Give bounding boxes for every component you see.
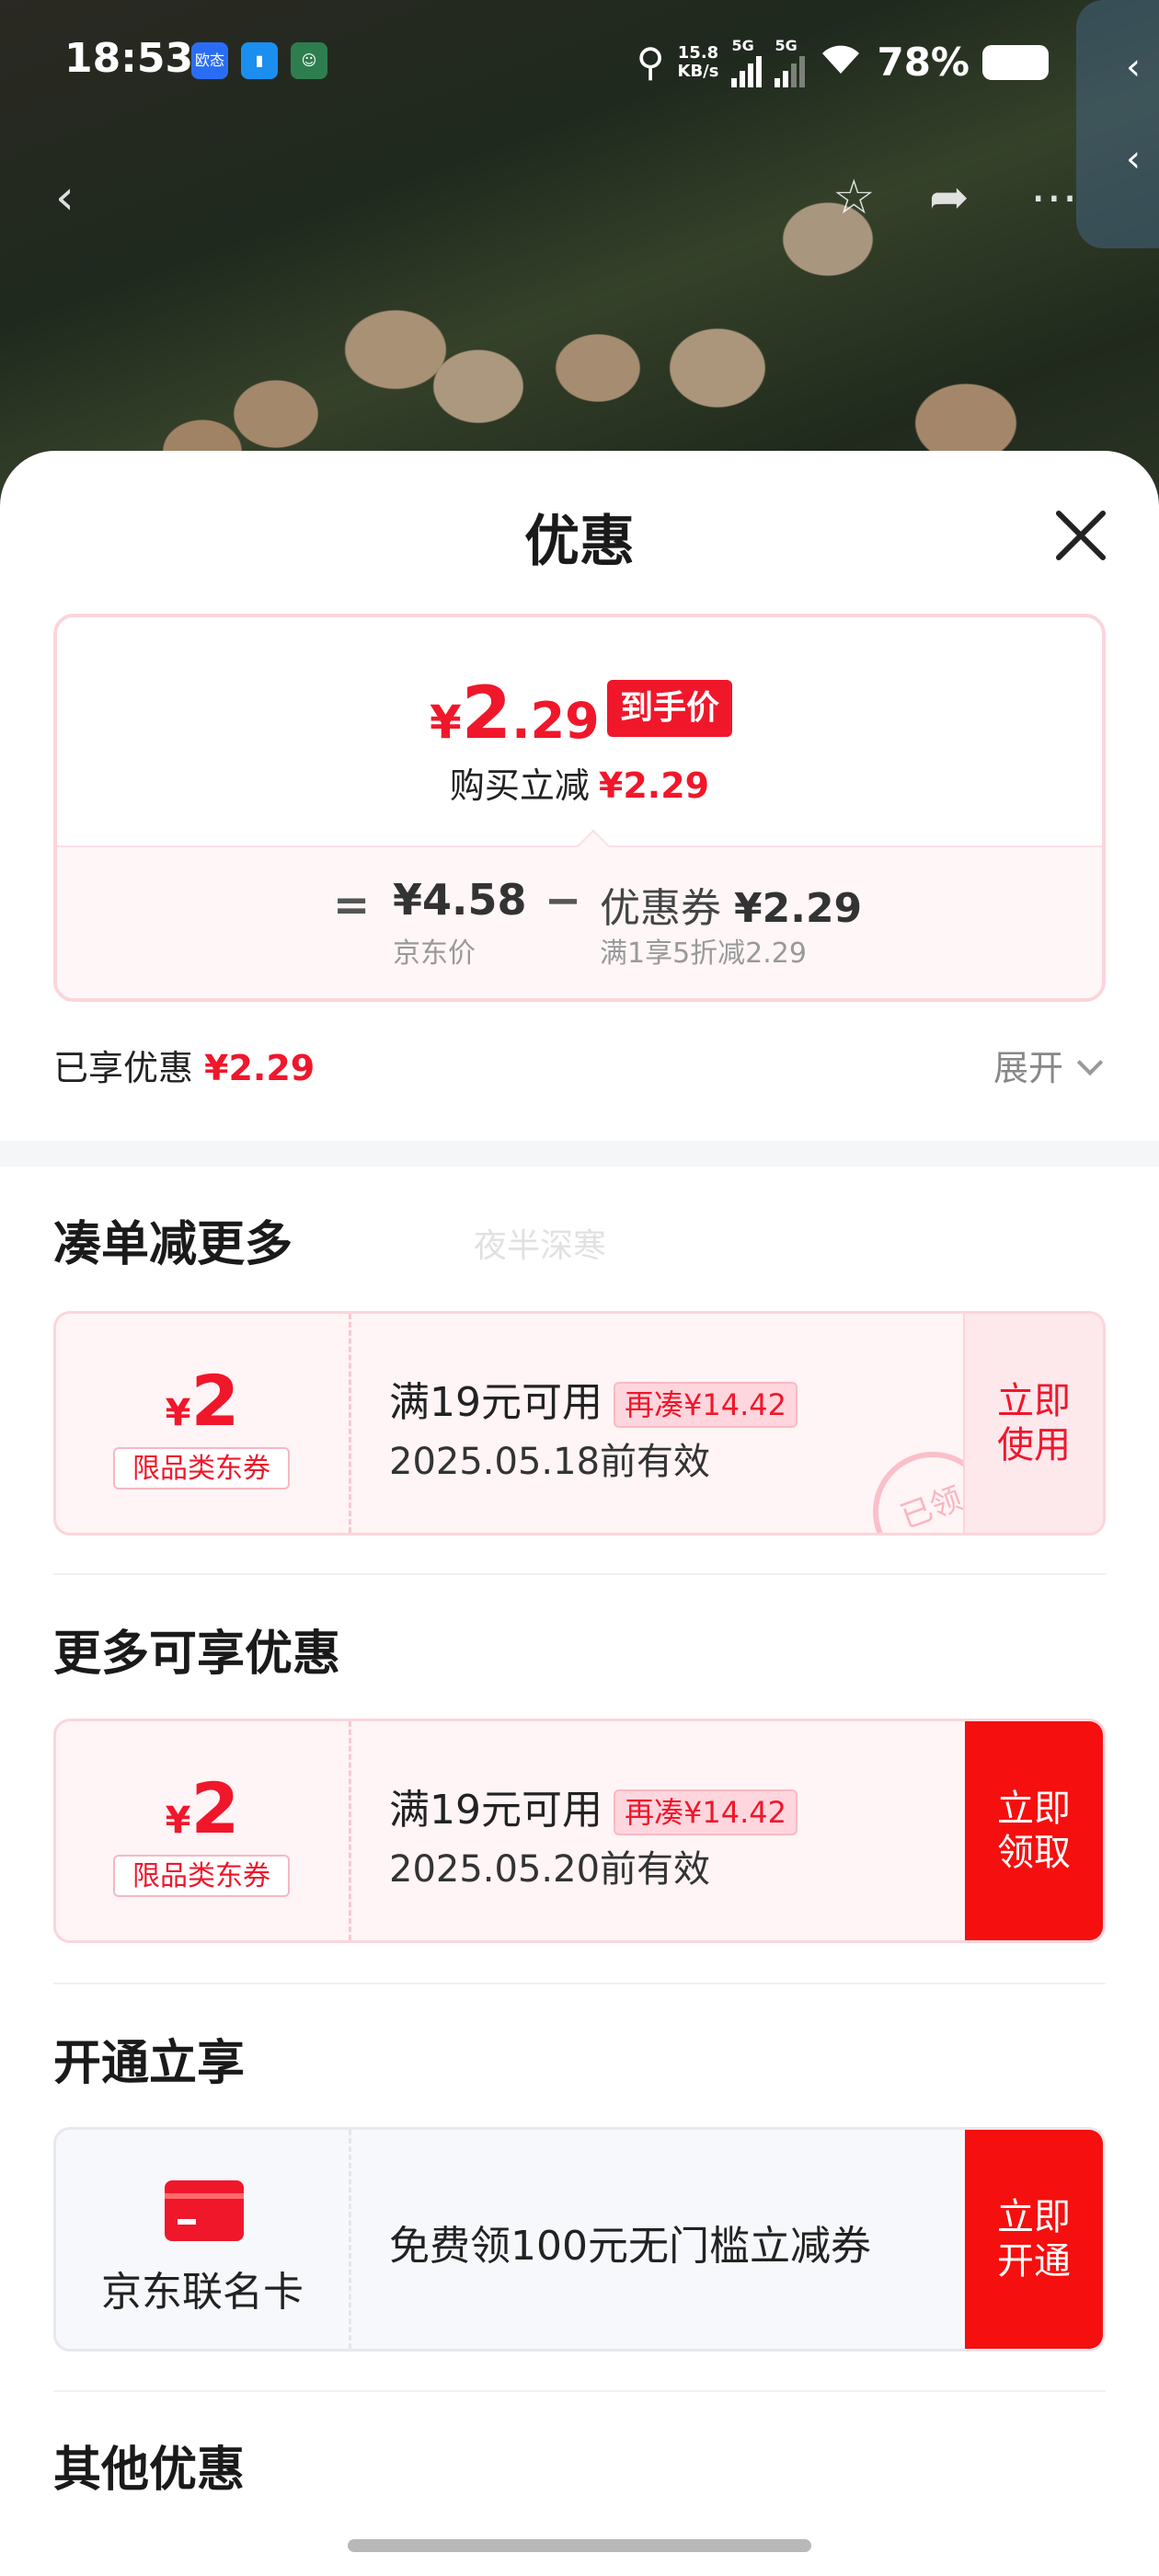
star-icon[interactable]: ☆ <box>832 170 876 225</box>
coupon-type-tag: 限品类东券 <box>113 1855 290 1897</box>
instant-discount-amount: ¥2.29 <box>598 765 710 806</box>
expand-button[interactable]: 展开 <box>993 1040 1063 1090</box>
signal-2-bars-icon <box>775 54 806 87</box>
signal-2-label: 5G <box>775 37 798 54</box>
coupon-card-combine: ¥2 限品类东券 满19元可用 再凑¥14.42 2025.05.18前有效 已领… <box>53 1311 1106 1535</box>
app-notification-icon: 欧态 <box>191 42 228 79</box>
jd-price: ¥4.58 <box>393 875 527 925</box>
net-speed-unit: KB/s <box>677 61 719 81</box>
signal-1-bars-icon <box>731 54 763 87</box>
location-icon: ⚲ <box>636 40 665 85</box>
divider <box>53 1573 1106 1575</box>
open-now-line1: 立即 <box>997 2196 1071 2238</box>
minus-sign: − <box>545 875 582 926</box>
coupon-deduction: 优惠券 ¥2.29 <box>600 875 862 934</box>
coupon-condition-text: 满19元可用 <box>389 1379 602 1426</box>
coupon-expiry: 2025.05.20前有效 <box>389 1848 711 1891</box>
coupon-currency: ¥ <box>165 1800 191 1842</box>
coupon-amount: ¥2 <box>56 1360 349 1442</box>
coupon-currency: ¥ <box>165 1392 191 1434</box>
divider <box>53 2390 1106 2392</box>
final-price-decimal: .29 <box>511 692 600 750</box>
share-icon[interactable]: ➦ <box>929 170 970 225</box>
battery-percent: 78% <box>877 40 970 85</box>
claim-now-button[interactable]: 立即 领取 <box>965 1721 1103 1940</box>
open-now-line2: 开通 <box>997 2240 1071 2283</box>
open-now-button[interactable]: 立即 开通 <box>965 2130 1103 2349</box>
coupon-card-more: ¥2 限品类东券 满19元可用 再凑¥14.42 2025.05.20前有效 立即… <box>53 1719 1106 1943</box>
coupon-separator <box>349 1721 351 1940</box>
phone-app-icon: ▮ <box>241 42 278 79</box>
enjoyed-discount-amount: ¥2.29 <box>204 1048 316 1088</box>
equals-sign: = <box>333 880 371 931</box>
section-title-more: 更多可享优惠 <box>53 1627 341 1682</box>
divider <box>53 1983 1106 1984</box>
close-icon[interactable] <box>1049 501 1113 566</box>
use-now-line1: 立即 <box>997 1380 1071 1422</box>
more-icon[interactable]: ⋯ <box>1030 170 1078 225</box>
section-title-other: 其他优惠 <box>53 2443 246 2498</box>
coupon-type-tag: 限品类东券 <box>113 1447 290 1489</box>
coupon-add-more-tag: 再凑¥14.42 <box>614 1382 798 1428</box>
final-price: ¥2.29 <box>430 673 600 755</box>
section-title-combine: 凑单减更多 <box>53 1217 293 1272</box>
sheet-title: 优惠 <box>524 510 635 574</box>
signal-1-label: 5G <box>731 37 754 54</box>
coupon-amount-value: 2 <box>190 1767 240 1849</box>
card-offer-desc: 免费领100元无门槛立减券 <box>389 2223 871 2270</box>
signal-2: 5G <box>775 37 806 87</box>
coupon-separator <box>349 1314 351 1533</box>
instant-discount-label: 购买立减 <box>449 765 590 806</box>
status-time: 18:53 <box>64 35 194 82</box>
coupon-deduction-desc: 满1享5折减2.29 <box>600 937 807 970</box>
avatar-app-icon: ☺ <box>291 42 327 79</box>
card-name: 京东联名卡 <box>101 2269 304 2316</box>
coupon-add-more-tag: 再凑¥14.42 <box>614 1789 798 1835</box>
signal-1: 5G <box>731 37 763 87</box>
use-now-button[interactable]: 立即 使用 <box>963 1314 1103 1533</box>
coupon-expiry: 2025.05.18前有效 <box>389 1441 711 1483</box>
enjoyed-discount-label: 已享优惠 <box>53 1048 194 1088</box>
coupon-condition-text: 满19元可用 <box>389 1787 602 1834</box>
wifi-icon <box>818 40 864 85</box>
credit-card-icon <box>165 2180 244 2241</box>
status-bar: 18:53 欧态 ▮ ☺ ⚲ 15.8 KB/s 5G 5G 78% <box>0 0 1159 129</box>
final-price-currency: ¥ <box>430 696 462 749</box>
section-title-open: 开通立享 <box>53 2036 246 2091</box>
price-summary-box: ¥2.29 到手价 购买立减 ¥2.29 = ¥4.58 京东价 − 优惠券 ¥2… <box>53 614 1106 1002</box>
coupon-deduction-label: 优惠券 <box>600 885 721 932</box>
product-nav-bar: ‹ ☆ ➦ ⋯ <box>0 161 1159 244</box>
final-price-badge: 到手价 <box>607 680 733 737</box>
coupon-amount-value: 2 <box>190 1360 240 1442</box>
net-speed: 15.8 KB/s <box>677 42 719 81</box>
instant-discount-line: 购买立减 ¥2.29 <box>57 757 1102 808</box>
watermark-text: 夜半深寒 <box>474 1227 607 1265</box>
jd-card-offer: 京东联名卡 免费领100元无门槛立减券 立即 开通 <box>53 2127 1106 2352</box>
coupon-condition: 满19元可用 再凑¥14.42 <box>389 1369 798 1428</box>
use-now-line2: 使用 <box>997 1424 1071 1466</box>
back-icon[interactable]: ‹ <box>55 170 75 225</box>
home-indicator[interactable] <box>348 2539 811 2552</box>
claim-now-line1: 立即 <box>997 1788 1071 1830</box>
collapse-chevron-icon: ‹ <box>1126 46 1141 88</box>
battery-icon <box>982 44 1049 80</box>
final-price-integer: 2 <box>461 673 512 755</box>
coupon-amount: ¥2 <box>56 1767 349 1849</box>
jd-price-label: 京东价 <box>393 937 476 970</box>
net-speed-value: 15.8 <box>677 42 719 63</box>
coupon-deduction-amount: ¥2.29 <box>734 885 863 932</box>
claim-now-line2: 领取 <box>997 1832 1071 1874</box>
card-separator <box>349 2130 351 2349</box>
section-divider <box>0 1141 1159 1167</box>
enjoyed-discount: 已享优惠 ¥2.29 <box>53 1040 315 1090</box>
coupon-condition: 满19元可用 再凑¥14.42 <box>389 1777 798 1835</box>
